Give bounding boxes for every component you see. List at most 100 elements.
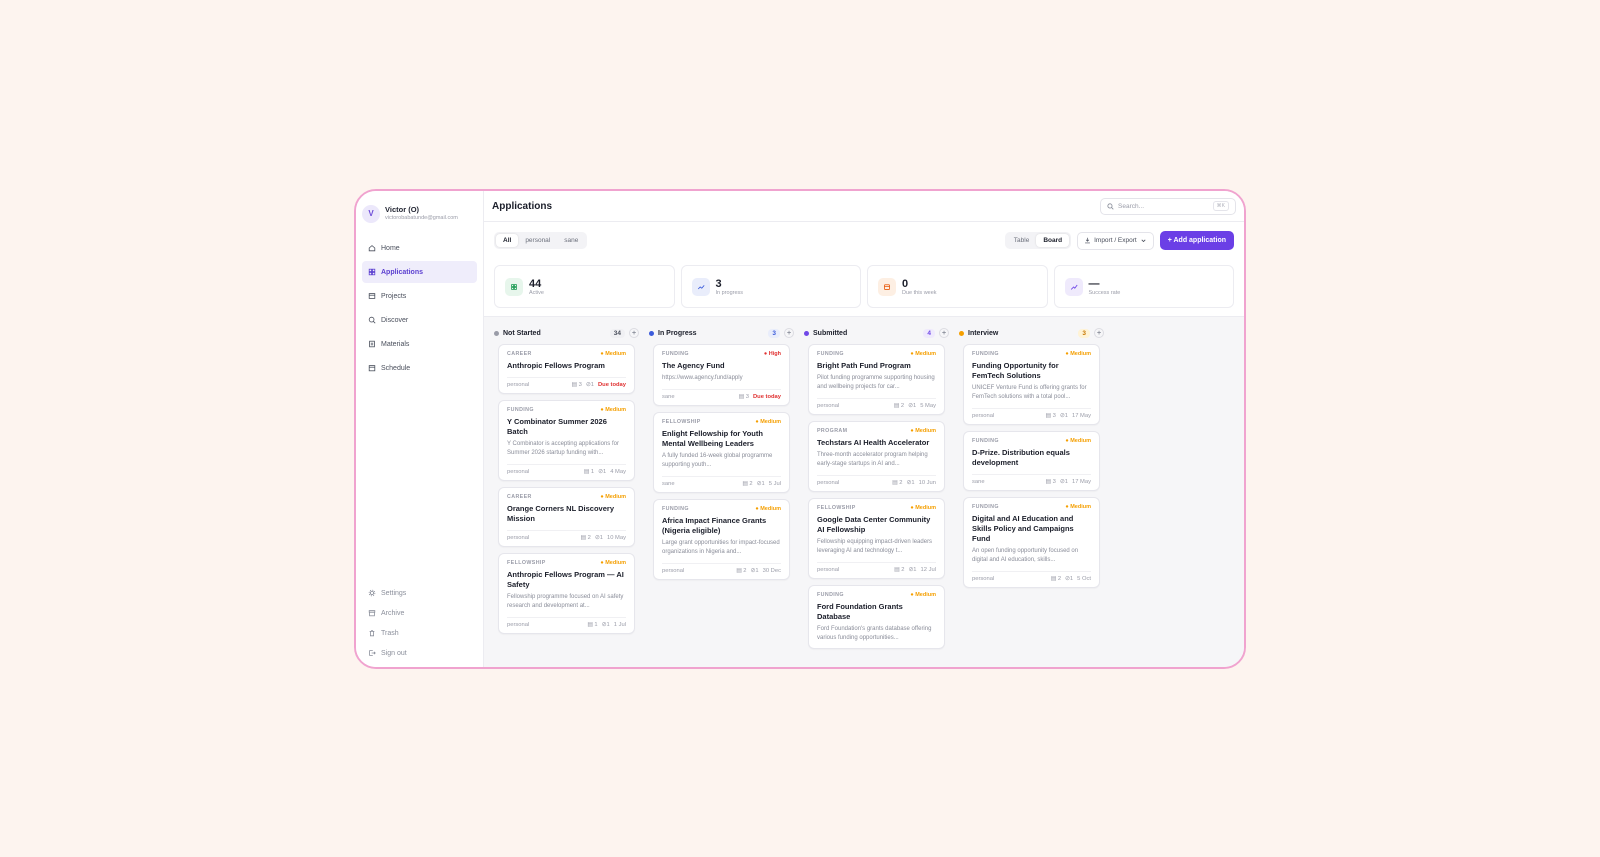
- card-category: FELLOWSHIP: [507, 560, 546, 566]
- card-footer: sane ▤ 2 ⊘1 5 Jul: [662, 476, 781, 487]
- add-card-button[interactable]: +: [939, 328, 949, 338]
- card-footer: personal ▤ 2 ⊘1 5 May: [817, 398, 936, 409]
- link-count-value: 1: [913, 567, 917, 573]
- signout-icon: [369, 650, 376, 656]
- board-column: In Progress 3 + FUNDING ● High The Agency Fun…: [649, 325, 794, 655]
- application-card[interactable]: FUNDING ● Medium Africa Impact Finance Gra…: [653, 499, 790, 580]
- priority-label: Medium: [605, 494, 626, 500]
- card-tag: personal: [972, 413, 995, 419]
- task-count-value: 2: [900, 403, 905, 409]
- link-count: ⊘1: [602, 622, 610, 628]
- application-card[interactable]: FUNDING ● High The Agency Fund https://www.…: [653, 344, 790, 406]
- task-count-value: 1: [594, 622, 598, 628]
- stat-value: 3: [715, 277, 722, 290]
- sidebar-item-home[interactable]: Home: [362, 237, 477, 259]
- task-count-value: 2: [749, 481, 753, 487]
- search-placeholder: Search...: [1118, 202, 1145, 210]
- sidebar-item-label: Trash: [381, 629, 399, 637]
- card-description: https://www.agency.fund/apply: [662, 375, 743, 381]
- card-date: 4 May: [610, 469, 626, 475]
- tasks-icon: ▤: [1045, 413, 1052, 419]
- column-header: Not Started 34 +: [494, 325, 639, 341]
- sidebar-item-projects[interactable]: Projects: [362, 285, 477, 307]
- application-card[interactable]: FELLOWSHIP ● Medium Enlight Fellowship for…: [653, 412, 790, 493]
- task-count-value: 2: [743, 568, 747, 574]
- application-card[interactable]: PROGRAM ● Medium Techstars AI Health Accel…: [808, 421, 945, 492]
- sidebar-item-schedule[interactable]: Schedule: [362, 357, 477, 379]
- card-footer: personal ▤ 3 ⊘1 17 May: [972, 408, 1091, 419]
- tasks-icon: ▤: [580, 535, 587, 541]
- card-tag: personal: [507, 469, 530, 475]
- card-description: Fellowship programme focused on AI safet…: [507, 594, 624, 609]
- sidebar-item-label: Discover: [381, 316, 409, 324]
- card-tag: sane: [662, 481, 675, 487]
- add-application-button[interactable]: + Add application: [1159, 231, 1234, 250]
- import-export-button[interactable]: Import / Export: [1077, 231, 1154, 250]
- sidebar-bottom-nav: Settings Archive Trash Sign out: [362, 583, 477, 663]
- priority-label: Medium: [1070, 504, 1091, 510]
- sidebar-item-label: Materials: [381, 340, 410, 348]
- view-table-button[interactable]: Table: [1007, 234, 1037, 247]
- card-category: FELLOWSHIP: [817, 505, 856, 511]
- sidebar-item-applications[interactable]: Applications: [362, 261, 477, 283]
- application-card[interactable]: CAREER ● Medium Anthropic Fellows Program p…: [498, 344, 635, 394]
- priority-badge: ● Medium: [1065, 504, 1091, 510]
- card-description: Large grant opportunities for impact-foc…: [662, 540, 780, 555]
- stat-card: — Success rate: [1053, 265, 1234, 308]
- tasks-icon: ▤: [736, 568, 742, 574]
- link-count: ⊘1: [908, 403, 916, 409]
- board-column: Interview 3 + FUNDING ● Medium Funding Opport…: [959, 325, 1104, 655]
- add-card-button[interactable]: +: [629, 328, 639, 338]
- sidebar-item-sign-out[interactable]: Sign out: [362, 643, 477, 663]
- application-card[interactable]: FELLOWSHIP ● Medium Anthropic Fellows Prog…: [498, 553, 635, 634]
- status-dot: [494, 330, 499, 336]
- application-card[interactable]: FUNDING ● Medium Y Combinator Summer 2026 …: [498, 400, 635, 481]
- application-card[interactable]: FUNDING ● Medium Digital and AI Education …: [963, 497, 1100, 588]
- tasks-icon: ▤: [583, 469, 590, 475]
- sidebar-item-trash[interactable]: Trash: [362, 623, 477, 643]
- filter-tab-all[interactable]: All: [496, 234, 519, 247]
- view-board-button[interactable]: Board: [1036, 234, 1070, 247]
- filter-tab-sane[interactable]: sane: [557, 234, 585, 247]
- user-profile[interactable]: V Victor (O) victorobabatunde@gmail.com: [356, 191, 483, 227]
- priority-label: Medium: [915, 505, 936, 511]
- filter-tab-personal[interactable]: personal: [518, 234, 557, 247]
- tasks-icon: ▤: [738, 394, 745, 400]
- link-count-value: 1: [912, 403, 917, 409]
- search-input[interactable]: Search... ⌘K: [1100, 197, 1236, 215]
- trash-icon: [369, 630, 375, 637]
- task-count: ▤ 3: [572, 382, 582, 388]
- application-card[interactable]: CAREER ● Medium Orange Corners NL Discover…: [498, 487, 635, 547]
- sidebar-item-settings[interactable]: Settings: [362, 583, 477, 603]
- application-card[interactable]: FUNDING ● Medium Ford Foundation Grants Da…: [808, 585, 945, 649]
- sidebar-item-materials[interactable]: Materials: [362, 333, 477, 355]
- sidebar-item-label: Projects: [381, 292, 407, 300]
- application-card[interactable]: FUNDING ● Medium Bright Path Fund Program P…: [808, 344, 945, 415]
- add-card-button[interactable]: +: [1094, 328, 1104, 338]
- tasks-icon: ▤: [894, 567, 900, 573]
- card-title: Funding Opportunity for FemTech Solution…: [972, 361, 1059, 380]
- column-header: In Progress 3 +: [649, 325, 794, 341]
- application-card[interactable]: FUNDING ● Medium D-Prize. Distribution equ…: [963, 431, 1100, 491]
- column-title: Submitted: [813, 329, 848, 337]
- sidebar-item-label: Settings: [381, 589, 407, 597]
- sidebar-item-discover[interactable]: Discover: [362, 309, 477, 331]
- link-count: ⊘1: [1065, 576, 1073, 582]
- link-count-value: 1: [761, 481, 765, 487]
- card-category: FUNDING: [507, 407, 534, 413]
- priority-badge: ● Medium: [755, 506, 781, 512]
- link-count: ⊘1: [757, 481, 765, 487]
- sidebar-item-label: Archive: [381, 609, 405, 617]
- add-card-button[interactable]: +: [784, 328, 794, 338]
- task-count: ▤ 3: [1046, 413, 1056, 419]
- sidebar-item-archive[interactable]: Archive: [362, 603, 477, 623]
- application-card[interactable]: FUNDING ● Medium Funding Opportunity for F…: [963, 344, 1100, 425]
- card-category: PROGRAM: [817, 428, 848, 434]
- task-count-value: 3: [745, 394, 749, 400]
- application-card[interactable]: FELLOWSHIP ● Medium Google Data Center Com…: [808, 498, 945, 579]
- card-category: FUNDING: [972, 504, 999, 510]
- stat-label: Active: [529, 289, 544, 296]
- priority-badge: ● Medium: [910, 505, 936, 511]
- priority-badge: ● Medium: [600, 560, 626, 566]
- grid-icon: [511, 283, 517, 290]
